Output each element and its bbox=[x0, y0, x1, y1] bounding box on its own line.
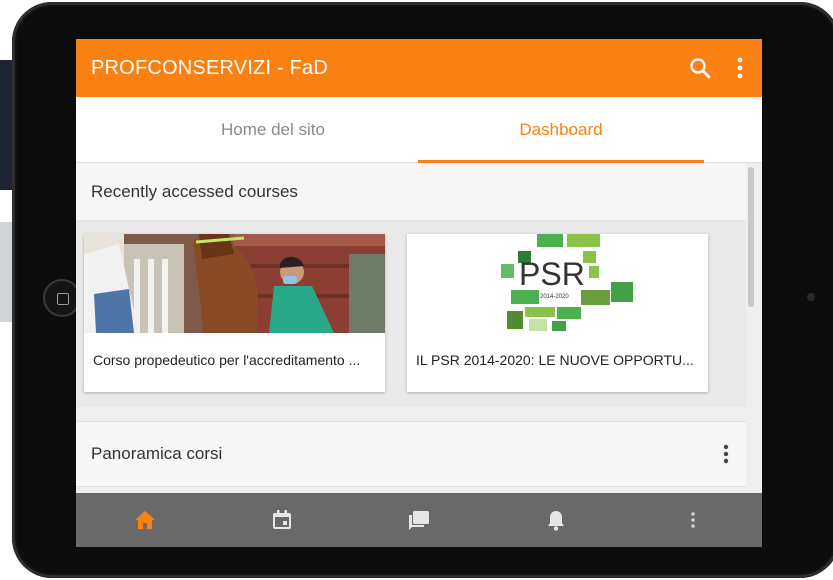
app-title: PROFCONSERVIZI - FaD bbox=[91, 56, 328, 79]
more-vert-icon bbox=[690, 512, 695, 528]
course-name: Corso propedeutico per l'accreditamento … bbox=[93, 352, 361, 368]
psr-logo: PSR 2014-2020 bbox=[407, 234, 708, 333]
nav-more[interactable] bbox=[624, 493, 761, 547]
psr-logo-subtext: 2014-2020 bbox=[540, 294, 569, 300]
course-card[interactable]: Corso propedeutico per l'accreditamento … bbox=[84, 234, 385, 392]
more-vert-icon[interactable] bbox=[720, 39, 760, 97]
tab-bar: Home del sito Dashboard bbox=[76, 97, 762, 163]
search-icon[interactable] bbox=[680, 39, 720, 97]
app-bar: PROFCONSERVIZI - FaD bbox=[76, 39, 762, 97]
tablet-camera bbox=[807, 293, 815, 301]
psr-logo-text: PSR bbox=[519, 256, 585, 292]
course-overview-header: Panoramica corsi bbox=[76, 421, 746, 487]
course-image bbox=[84, 234, 385, 333]
recent-courses-title: Recently accessed courses bbox=[91, 181, 298, 201]
course-name: IL PSR 2014-2020: LE NUOVE OPPORTU... bbox=[416, 352, 694, 368]
course-card[interactable]: PSR 2014-2020 IL PSR 2014-2020: LE NUOVE… bbox=[407, 234, 708, 392]
course-overview-title: Panoramica corsi bbox=[91, 444, 223, 463]
messages-icon bbox=[408, 511, 429, 530]
bottom-navigation bbox=[76, 493, 762, 547]
more-vert-icon[interactable] bbox=[706, 434, 746, 474]
nav-calendar[interactable] bbox=[213, 493, 350, 547]
nav-messages[interactable] bbox=[350, 493, 487, 547]
nav-home[interactable] bbox=[76, 493, 213, 547]
app-screen: PROFCONSERVIZI - FaD Home del sito Dashb… bbox=[76, 39, 762, 547]
course-image: PSR 2014-2020 bbox=[407, 234, 708, 333]
scrollbar[interactable] bbox=[748, 167, 754, 307]
home-icon bbox=[134, 511, 155, 529]
tab-dashboard[interactable]: Dashboard bbox=[418, 97, 704, 162]
bell-icon bbox=[547, 511, 564, 531]
tab-home-del-sito[interactable]: Home del sito bbox=[131, 97, 415, 162]
recent-courses-list[interactable]: Corso propedeutico per l'accreditamento … bbox=[76, 221, 746, 407]
calendar-icon bbox=[272, 510, 291, 529]
dashboard-content[interactable]: Recently accessed courses Corso propedeu… bbox=[76, 163, 746, 493]
recent-courses-header: Recently accessed courses bbox=[76, 163, 746, 221]
nav-notifications[interactable] bbox=[487, 493, 624, 547]
